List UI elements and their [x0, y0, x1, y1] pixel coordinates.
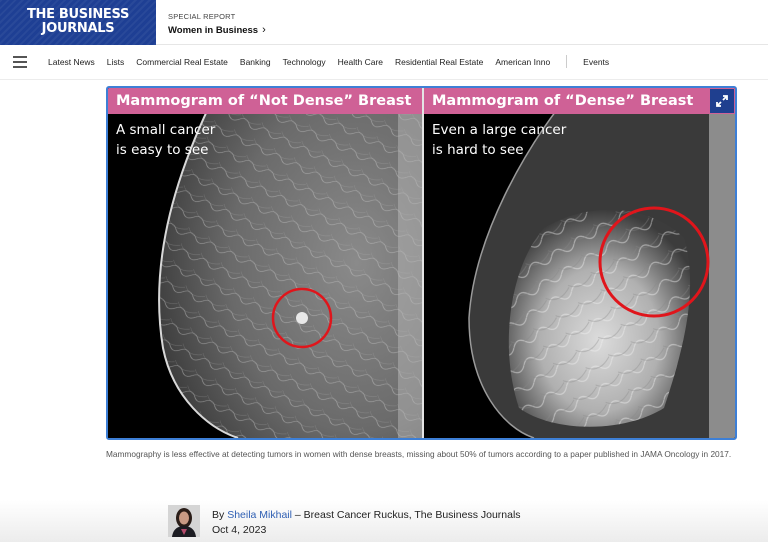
dense-subtext-line-1: Even a large cancer	[432, 122, 567, 138]
site-header: THE BUSINESS JOURNALS SPECIAL REPORT Wom…	[0, 0, 768, 45]
publish-date: Oct 4, 2023	[212, 524, 267, 536]
expand-icon	[716, 95, 728, 107]
nav-item-lists[interactable]: Lists	[107, 57, 124, 68]
logo-line-1: THE BUSINESS	[26, 7, 130, 22]
dense-subtext: Even a large cancer is hard to see	[432, 120, 566, 160]
dense-subtext-line-2: is hard to see	[432, 142, 524, 158]
nav-item-events[interactable]: Events	[583, 57, 609, 68]
not-dense-panel: Mammogram of “Not Dense” Breast A small …	[108, 88, 422, 438]
nav-items: Latest News Lists Commercial Real Estate…	[48, 55, 621, 68]
site-logo[interactable]: THE BUSINESS JOURNALS	[0, 0, 156, 45]
hamburger-icon[interactable]	[13, 56, 27, 68]
special-report-title: Women in Business ›	[168, 24, 266, 36]
nav-item-health-care[interactable]: Health Care	[338, 57, 383, 68]
author-avatar[interactable]	[168, 505, 200, 537]
special-report-kicker: SPECIAL REPORT	[168, 12, 236, 21]
mammogram-figure[interactable]: Mammogram of “Not Dense” Breast A small …	[106, 86, 737, 440]
not-dense-subtext: A small cancer is easy to see	[116, 120, 215, 160]
nav-item-commercial-real-estate[interactable]: Commercial Real Estate	[136, 57, 228, 68]
author-photo	[168, 505, 200, 537]
expand-image-button[interactable]	[710, 89, 734, 113]
special-report-title-text: Women in Business	[168, 25, 259, 36]
chevron-right-icon: ›	[262, 24, 266, 36]
byline-line: By Sheila Mikhail – Breast Cancer Ruckus…	[212, 508, 521, 523]
nav-item-banking[interactable]: Banking	[240, 57, 271, 68]
author-link[interactable]: Sheila Mikhail	[227, 509, 292, 521]
figure-caption: Mammography is less effective at detecti…	[106, 449, 732, 459]
nav-item-american-inno[interactable]: American Inno	[495, 57, 550, 68]
logo-line-2: JOURNALS	[41, 21, 115, 36]
nav-item-technology[interactable]: Technology	[283, 57, 326, 68]
dense-banner: Mammogram of “Dense” Breast	[424, 88, 735, 114]
dense-panel: Mammogram of “Dense” Breast Even a large…	[424, 88, 735, 438]
not-dense-subtext-line-2: is easy to see	[116, 142, 209, 158]
not-dense-subtext-line-1: A small cancer	[116, 122, 216, 138]
special-report-link[interactable]: SPECIAL REPORT Women in Business ›	[168, 12, 266, 36]
not-dense-banner: Mammogram of “Not Dense” Breast	[108, 88, 422, 114]
nav-item-latest-news[interactable]: Latest News	[48, 57, 95, 68]
nav-item-residential-real-estate[interactable]: Residential Real Estate	[395, 57, 483, 68]
main-nav: Latest News Lists Commercial Real Estate…	[0, 46, 768, 80]
byline: By Sheila Mikhail – Breast Cancer Ruckus…	[212, 508, 521, 538]
byline-prefix: By	[212, 509, 225, 521]
nav-separator	[566, 55, 568, 68]
byline-source: – Breast Cancer Ruckus, The Business Jou…	[294, 509, 521, 521]
